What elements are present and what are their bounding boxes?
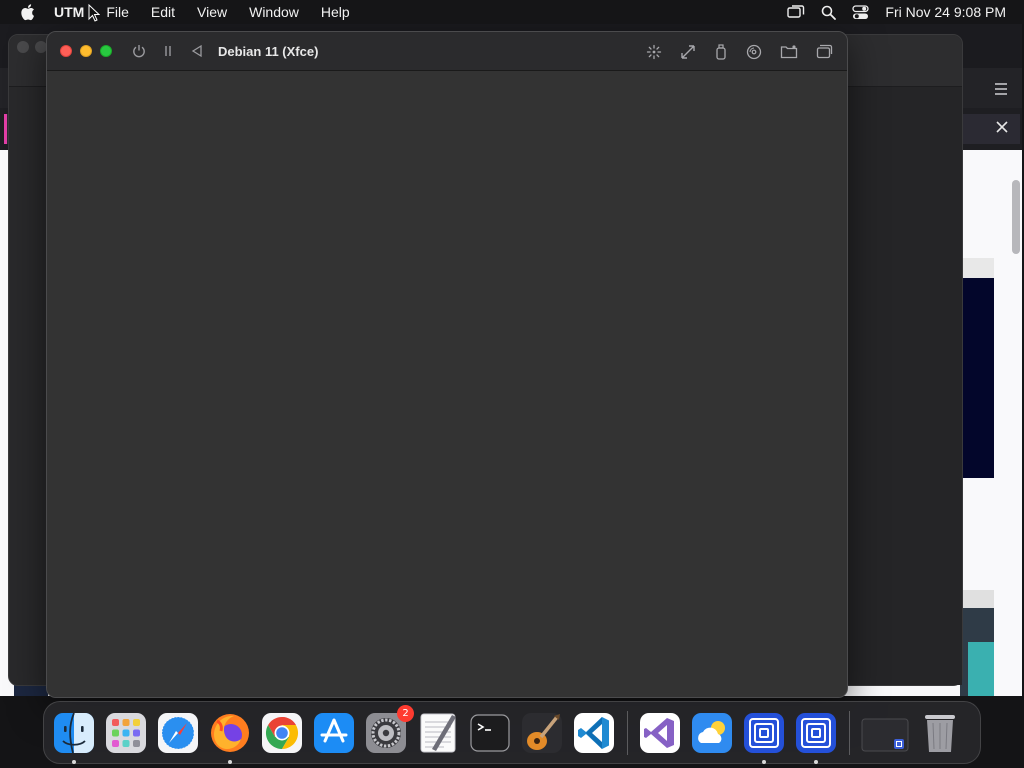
inactive-window-button[interactable] xyxy=(17,41,29,53)
menu-window[interactable]: Window xyxy=(249,4,299,20)
pause-icon[interactable] xyxy=(162,44,174,58)
running-indicator xyxy=(814,759,818,764)
app-store-icon xyxy=(314,712,354,753)
chrome-icon xyxy=(262,712,302,753)
dock-trash[interactable] xyxy=(918,711,962,755)
page-thumbnail xyxy=(960,590,994,696)
menu-app-name[interactable]: UTM xyxy=(54,4,84,20)
menu-hamburger-icon[interactable] xyxy=(994,83,1008,95)
window-controls xyxy=(60,45,112,57)
menu-help[interactable]: Help xyxy=(321,4,350,20)
dock-utm[interactable] xyxy=(794,711,838,764)
dock-visual-studio[interactable] xyxy=(638,711,682,755)
dock-finder[interactable] xyxy=(52,711,96,764)
dock-separator xyxy=(849,710,850,755)
trash-icon xyxy=(925,714,955,752)
menu-bar: UTM File Edit View Window Help Fri Nov 2… xyxy=(0,0,1024,24)
shared-folder-icon[interactable] xyxy=(780,44,798,59)
firefox-icon xyxy=(211,713,249,752)
dock-garageband[interactable] xyxy=(520,711,564,755)
disc-drive-icon[interactable] xyxy=(746,44,762,60)
visual-studio-icon xyxy=(640,712,680,753)
garageband-icon xyxy=(522,712,562,753)
usb-drive-icon[interactable] xyxy=(714,43,728,60)
zoom-button[interactable] xyxy=(100,45,112,57)
notification-badge: 2 xyxy=(397,704,414,722)
library-side-panel xyxy=(846,87,962,685)
mouse-pointer-icon xyxy=(88,4,101,22)
stack-icon xyxy=(861,718,909,751)
windows-switcher-icon[interactable] xyxy=(816,44,833,59)
menu-file[interactable]: File xyxy=(106,4,129,20)
vm-run-controls xyxy=(132,44,204,58)
vm-window-titlebar: Debian 11 (Xfce) xyxy=(47,32,847,71)
page-thumbnail xyxy=(960,258,994,478)
status-area: Fri Nov 24 9:08 PM xyxy=(771,0,1006,24)
dock-terminal[interactable] xyxy=(468,711,512,755)
dock-weather[interactable] xyxy=(690,711,734,755)
dock-safari[interactable] xyxy=(156,711,200,755)
capture-input-icon[interactable] xyxy=(646,44,662,60)
weather-icon xyxy=(692,712,732,753)
dock-launchpad[interactable] xyxy=(104,711,148,755)
screen-mirroring-icon[interactable] xyxy=(787,5,805,19)
close-button[interactable] xyxy=(60,45,72,57)
dock-app-store[interactable] xyxy=(312,711,356,755)
terminal-icon xyxy=(470,713,510,752)
vm-toolbar xyxy=(646,32,833,71)
restart-icon[interactable] xyxy=(190,44,204,58)
textedit-icon xyxy=(420,713,456,752)
dock: 2 xyxy=(43,701,981,764)
page-scrollbar[interactable] xyxy=(1012,180,1020,254)
safari-icon xyxy=(158,712,198,753)
apple-menu-icon[interactable] xyxy=(19,3,35,21)
vscode-icon xyxy=(574,712,614,753)
utm-icon xyxy=(744,712,784,753)
dock-textedit[interactable] xyxy=(416,711,460,755)
dock-stack[interactable] xyxy=(860,711,910,755)
minimize-button[interactable] xyxy=(80,45,92,57)
power-icon[interactable] xyxy=(132,44,146,58)
spotlight-search-icon[interactable] xyxy=(821,5,837,20)
menu-view[interactable]: View xyxy=(197,4,227,20)
dock-vscode[interactable] xyxy=(572,711,616,755)
dock-separator xyxy=(627,710,628,755)
vm-window-title: Debian 11 (Xfce) xyxy=(218,43,319,59)
launchpad-icon xyxy=(106,712,146,753)
menu-bar-clock[interactable]: Fri Nov 24 9:08 PM xyxy=(885,4,1006,20)
dock-utm[interactable] xyxy=(742,711,786,764)
running-indicator xyxy=(762,759,766,764)
running-indicator xyxy=(228,759,232,764)
dock-firefox[interactable] xyxy=(208,711,252,764)
resize-display-icon[interactable] xyxy=(680,44,696,60)
dock-chrome[interactable] xyxy=(260,711,304,755)
close-notification-icon[interactable] xyxy=(996,121,1008,133)
utm-icon xyxy=(796,712,836,753)
running-indicator xyxy=(72,759,76,764)
menu-edit[interactable]: Edit xyxy=(151,4,175,20)
finder-icon xyxy=(54,712,94,753)
dock-system-settings[interactable]: 2 xyxy=(364,704,414,755)
vm-display-window[interactable]: Debian 11 (Xfce) xyxy=(46,31,848,698)
vm-screen[interactable] xyxy=(47,71,847,697)
control-center-icon[interactable] xyxy=(852,4,870,20)
